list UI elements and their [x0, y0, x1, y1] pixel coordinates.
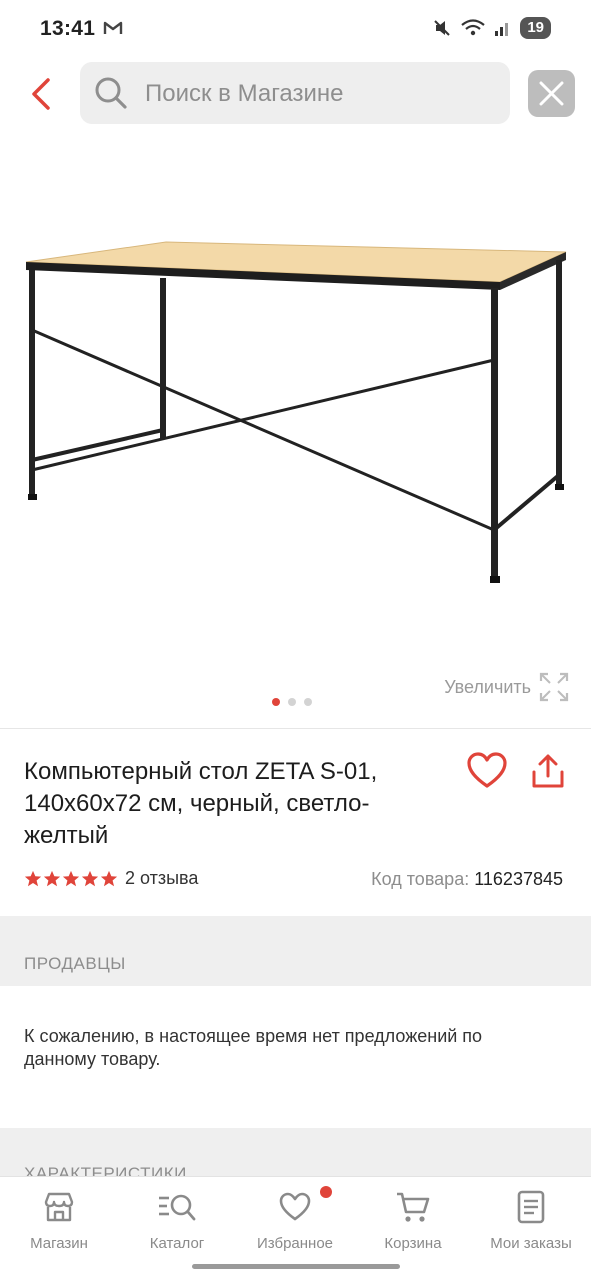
close-button[interactable]	[528, 70, 575, 117]
favorites-badge	[320, 1186, 332, 1198]
nav-item-cart[interactable]: Корзина	[354, 1189, 472, 1252]
nav-label: Магазин	[30, 1235, 88, 1252]
cart-icon	[397, 1192, 430, 1222]
gallery-pagination	[272, 698, 312, 706]
divider	[0, 728, 591, 729]
status-bar: 13:41 19	[0, 0, 591, 58]
nav-item-catalog[interactable]: Каталог	[118, 1189, 236, 1252]
orders-icon	[517, 1190, 545, 1224]
close-icon	[539, 81, 564, 106]
nav-label: Корзина	[384, 1235, 442, 1252]
specs-heading: ХАРАКТЕРИСТИКИ	[24, 1164, 187, 1176]
signal-icon	[495, 23, 509, 36]
back-arrow-icon[interactable]	[24, 74, 60, 114]
star-icon	[100, 870, 118, 886]
nav-item-store[interactable]: Магазин	[0, 1189, 118, 1252]
store-icon	[44, 1192, 74, 1222]
battery-indicator: 19	[520, 17, 551, 39]
star-icon	[24, 870, 42, 886]
nav-item-orders[interactable]: Мои заказы	[472, 1189, 590, 1252]
search-icon	[95, 77, 127, 109]
home-indicator[interactable]	[192, 1264, 400, 1269]
zoom-label: Увеличить	[444, 676, 531, 697]
rating-stars	[24, 870, 118, 888]
product-image[interactable]	[20, 230, 572, 590]
nav-label: Каталог	[149, 1235, 205, 1252]
catalog-search-icon	[159, 1194, 196, 1221]
nav-label: Мои заказы	[490, 1235, 572, 1252]
product-title: Компьютерный стол ZETA S-01, 140x60x72 с…	[24, 758, 378, 849]
search-placeholder: Поиск в Магазине	[145, 80, 344, 107]
mute-icon	[434, 20, 451, 36]
product-gallery[interactable]: Увеличить	[0, 135, 591, 725]
heart-icon	[279, 1192, 311, 1221]
pagination-dot-3[interactable]	[304, 698, 312, 706]
nav-label: Избранное	[256, 1235, 334, 1252]
star-icon	[81, 870, 99, 886]
star-icon	[62, 870, 80, 886]
no-offers-message: К сожалению, в настоящее время нет предл…	[24, 1026, 483, 1069]
wifi-icon	[461, 19, 486, 36]
search-field[interactable]: Поиск в Магазине	[80, 62, 510, 124]
product-rating[interactable]: 2 отзыва	[24, 868, 198, 889]
star-icon	[43, 870, 61, 886]
nav-item-favorites[interactable]: Избранное	[236, 1189, 354, 1252]
product-sku: Код товара: 116237845	[371, 869, 563, 890]
favorite-heart-icon[interactable]	[466, 752, 508, 790]
share-icon[interactable]	[530, 752, 566, 790]
status-time: 13:41	[40, 17, 96, 40]
search-header: Поиск в Магазине	[0, 60, 591, 128]
specs-section-header[interactable]: ХАРАКТЕРИСТИКИ	[0, 1128, 591, 1176]
expand-icon	[539, 672, 569, 702]
sku-label: Код товара:	[371, 869, 470, 889]
sku-value: 116237845	[474, 869, 563, 889]
pagination-dot-2[interactable]	[288, 698, 296, 706]
sellers-section-header: ПРОДАВЦЫ	[0, 916, 591, 986]
gmail-icon	[103, 21, 123, 34]
sellers-heading: ПРОДАВЦЫ	[24, 954, 126, 973]
reviews-link[interactable]: 2 отзыва	[125, 868, 198, 889]
pagination-dot-1[interactable]	[272, 698, 280, 706]
zoom-button[interactable]: Увеличить	[444, 672, 569, 702]
